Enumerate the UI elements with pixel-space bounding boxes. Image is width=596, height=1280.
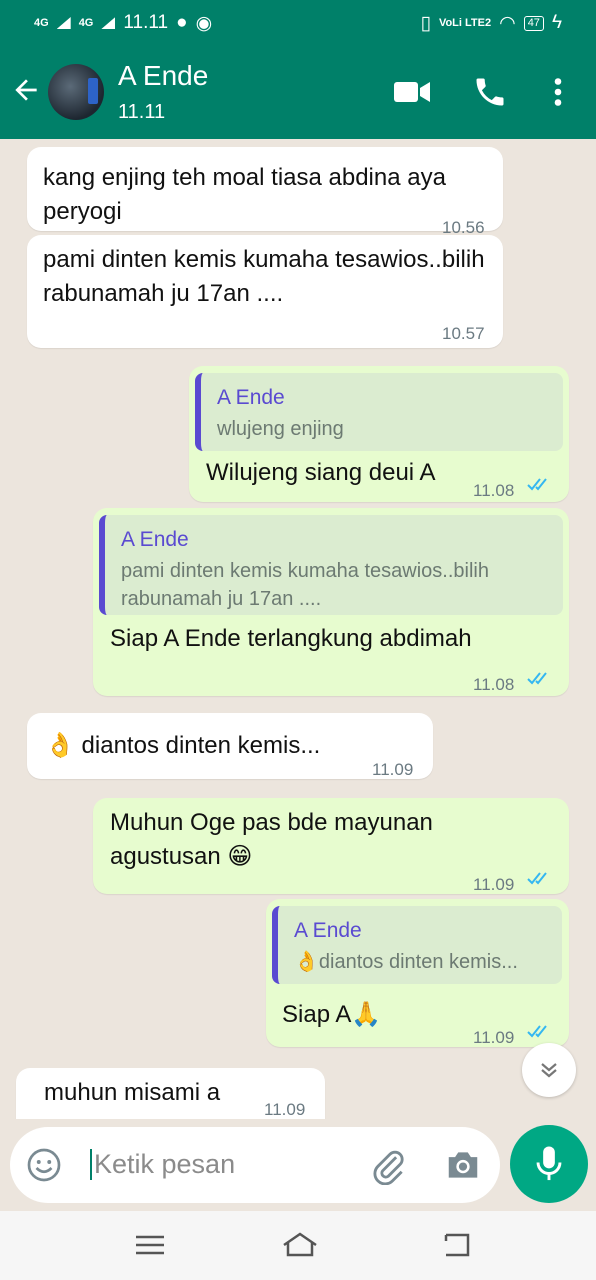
quote-text: wlujeng enjing xyxy=(217,418,344,440)
more-vertical-icon[interactable] xyxy=(540,74,576,110)
arrow-left-icon[interactable] xyxy=(10,74,42,106)
quote-text: pami dinten kemis kumaha tesawios..bilih… xyxy=(121,560,489,610)
message-text: muhun misami a xyxy=(44,1079,221,1106)
battery-icon: 47 xyxy=(523,15,544,31)
quote-author: A Ende xyxy=(121,528,189,551)
app-notification-icon: ◉ xyxy=(195,12,213,34)
emoji-icon[interactable] xyxy=(26,1147,62,1183)
message-text: kang enjing teh moal tiasa abdina aya pe… xyxy=(43,164,446,225)
message-time: 11.08 xyxy=(473,481,515,500)
message-time: 11.09 xyxy=(264,1100,306,1119)
outgoing-message[interactable]: A Ende pami dinten kemis kumaha tesawios… xyxy=(93,508,569,696)
paperclip-icon[interactable] xyxy=(370,1147,408,1185)
volte-indicator: VoLi LTE2 xyxy=(438,17,492,29)
video-call-icon[interactable] xyxy=(392,74,432,110)
status-left: 4G 4G 11.11 ● ◉ xyxy=(34,12,212,35)
message-time: 10.57 xyxy=(442,324,485,343)
message-text: 👌 diantos dinten kemis... xyxy=(45,732,321,759)
incoming-message[interactable]: muhun misami a 11.09 xyxy=(16,1068,325,1119)
system-nav-bar xyxy=(0,1211,596,1280)
wifi-icon: ◠ xyxy=(499,12,516,34)
microphone-icon xyxy=(536,1146,562,1181)
message-input[interactable]: Ketik pesan xyxy=(90,1149,235,1180)
camera-icon[interactable] xyxy=(444,1147,482,1183)
network-indicator-1: 4G xyxy=(34,17,49,29)
status-right: ▯ VoLi LTE2 ◠ 47 ϟ xyxy=(420,12,562,35)
signal-icon xyxy=(56,17,71,29)
network-indicator-2: 4G xyxy=(78,17,94,29)
quote-author: A Ende xyxy=(294,919,362,942)
chat-area[interactable]: kang enjing teh moal tiasa abdina aya pe… xyxy=(0,139,596,1119)
double-chevron-down-icon xyxy=(541,1063,557,1078)
message-text: Siap A🙏 xyxy=(282,1001,382,1028)
outgoing-message[interactable]: A Ende 👌diantos dinten kemis... Siap A🙏 … xyxy=(266,899,569,1047)
quoted-message[interactable]: A Ende wlujeng enjing xyxy=(195,373,563,451)
message-input-container[interactable]: Ketik pesan xyxy=(10,1127,500,1203)
phone-icon[interactable] xyxy=(470,74,510,110)
read-ticks-icon xyxy=(527,672,547,685)
status-bar: 4G 4G 11.11 ● ◉ ▯ VoLi LTE2 ◠ 47 ϟ xyxy=(0,0,596,46)
read-ticks-icon xyxy=(527,1025,547,1038)
message-composer: Ketik pesan xyxy=(0,1119,596,1211)
outgoing-message[interactable]: Muhun Oge pas bde mayunan agustusan 😁 11… xyxy=(93,798,569,894)
incoming-message[interactable]: pami dinten kemis kumaha tesawios..bilih… xyxy=(27,235,503,348)
quoted-message[interactable]: A Ende 👌diantos dinten kemis... xyxy=(272,906,562,984)
message-text: pami dinten kemis kumaha tesawios..bilih… xyxy=(43,246,485,307)
message-time: 11.09 xyxy=(473,875,515,894)
outgoing-message[interactable]: A Ende wlujeng enjing Wilujeng siang deu… xyxy=(189,366,569,502)
message-time: 11.08 xyxy=(473,675,515,694)
quote-text: 👌diantos dinten kemis... xyxy=(294,951,518,973)
chat-header: A Ende 11.11 xyxy=(0,46,596,139)
chat-bubble-icon: ● xyxy=(176,12,188,33)
read-ticks-icon xyxy=(527,872,547,885)
signal-icon xyxy=(101,17,116,29)
incoming-message[interactable]: 👌 diantos dinten kemis... 11.09 xyxy=(27,713,433,779)
read-ticks-icon xyxy=(527,478,547,491)
message-text: Muhun Oge pas bde mayunan agustusan 😁 xyxy=(110,809,433,870)
message-time: 11.09 xyxy=(473,1028,515,1047)
voice-message-button[interactable] xyxy=(510,1125,588,1203)
message-text: Wilujeng siang deui A xyxy=(206,459,436,486)
menu-icon[interactable] xyxy=(132,1229,168,1261)
scroll-to-bottom-button[interactable] xyxy=(522,1043,576,1097)
message-time: 11.09 xyxy=(372,760,414,779)
charging-icon: ϟ xyxy=(551,12,562,33)
incoming-message[interactable]: kang enjing teh moal tiasa abdina aya pe… xyxy=(27,147,503,237)
avatar[interactable] xyxy=(48,64,104,120)
quoted-message[interactable]: A Ende pami dinten kemis kumaha tesawios… xyxy=(99,515,563,615)
back-nav-icon[interactable] xyxy=(438,1229,474,1261)
quote-author: A Ende xyxy=(217,386,285,409)
status-time: 11.11 xyxy=(123,12,169,33)
contact-name[interactable]: A Ende xyxy=(118,60,208,92)
message-text: Siap A Ende terlangkung abdimah xyxy=(110,625,472,652)
vibrate-icon: ▯ xyxy=(420,12,431,34)
contact-last-seen: 11.11 xyxy=(118,101,166,123)
home-icon[interactable] xyxy=(280,1229,320,1261)
